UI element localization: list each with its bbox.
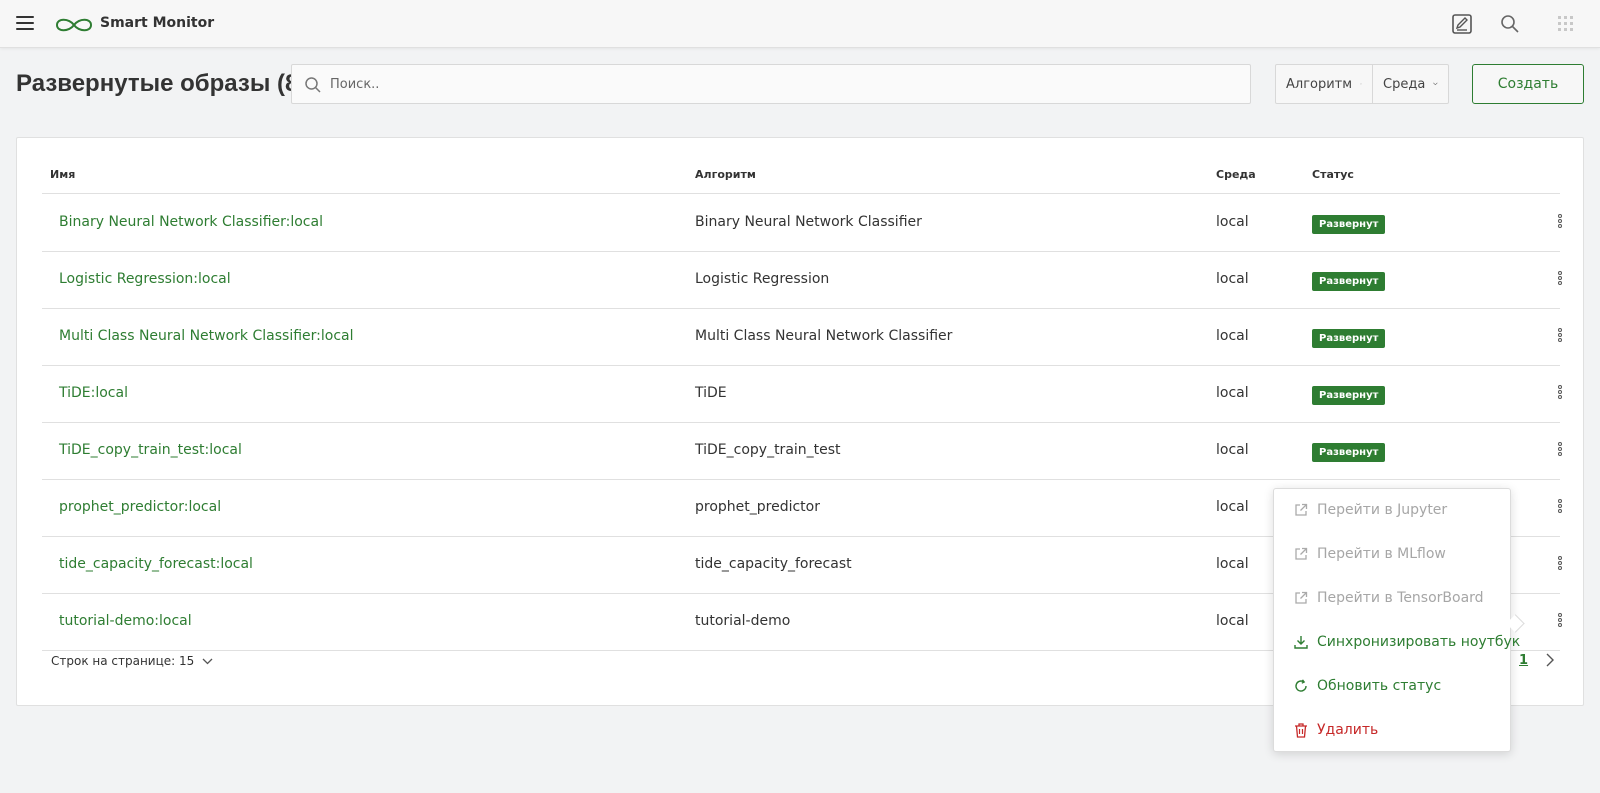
row-actions-menu: Перейти в Jupyter Перейти в MLflow Перей… [1273, 488, 1520, 752]
search-icon [305, 77, 321, 93]
deployment-name-link[interactable]: tutorial-demo:local [59, 613, 192, 629]
refresh-icon [1295, 679, 1307, 692]
table-row: TiDE:local TiDE local Развернут [42, 366, 1562, 423]
menu-item-delete[interactable]: Удалить [1274, 711, 1510, 749]
apps-grid-icon[interactable] [1555, 13, 1577, 35]
app-title: Smart Monitor [100, 15, 215, 31]
column-header-environment[interactable]: Среда [1216, 168, 1256, 181]
status-badge: Развернут [1312, 329, 1386, 348]
deployment-name-link[interactable]: Logistic Regression:local [59, 271, 231, 287]
page-title: Развернутые образы (8) [16, 70, 307, 97]
row-actions-kebab-icon[interactable] [1552, 384, 1568, 404]
algorithm-cell: Multi Class Neural Network Classifier [695, 328, 953, 344]
external-link-icon [1295, 547, 1308, 560]
environment-cell: local [1216, 385, 1249, 401]
hamburger-icon[interactable] [16, 16, 34, 32]
status-badge: Развернут [1312, 272, 1386, 291]
rows-per-page-label: Строк на странице: 15 [51, 654, 195, 668]
environment-filter-dropdown[interactable]: Среда [1372, 65, 1448, 103]
search-field[interactable] [291, 64, 1251, 104]
page-number-link[interactable]: 1 [1519, 653, 1528, 668]
table-row: Logistic Regression:local Logistic Regre… [42, 252, 1562, 309]
menu-item-open-jupyter[interactable]: Перейти в Jupyter [1274, 491, 1510, 529]
chevron-down-icon [1433, 82, 1438, 86]
rows-per-page-dropdown[interactable]: Строк на странице: 15 [51, 654, 213, 668]
menu-item-open-tensorboard[interactable]: Перейти в TensorBoard [1274, 579, 1510, 617]
chevron-right-icon[interactable] [1545, 653, 1555, 667]
deployment-name-link[interactable]: Multi Class Neural Network Classifier:lo… [59, 328, 354, 344]
status-badge: Развернут [1312, 386, 1386, 405]
environment-cell: local [1216, 556, 1249, 572]
environment-cell: local [1216, 499, 1249, 515]
external-link-icon [1295, 503, 1308, 516]
search-icon[interactable] [1499, 13, 1521, 35]
notes-icon[interactable] [1451, 13, 1473, 35]
environment-cell: local [1216, 613, 1249, 629]
chevron-down-icon [202, 658, 213, 664]
algorithm-cell: prophet_predictor [695, 499, 820, 515]
create-button[interactable]: Создать [1472, 64, 1584, 104]
menu-item-label: Удалить [1317, 722, 1379, 738]
deployment-name-link[interactable]: Binary Neural Network Classifier:local [59, 214, 323, 230]
table-row: TiDE_copy_train_test:local TiDE_copy_tra… [42, 423, 1562, 480]
menu-item-label: Синхронизировать ноутбук [1317, 634, 1521, 650]
menu-item-refresh-status[interactable]: Обновить статус [1274, 667, 1510, 705]
chevron-down-icon [1360, 83, 1362, 85]
deployment-name-link[interactable]: tide_capacity_forecast:local [59, 556, 253, 572]
algorithm-cell: tutorial-demo [695, 613, 791, 629]
filter-group: Алгоритм Среда [1275, 64, 1449, 104]
search-input[interactable] [330, 65, 1230, 103]
algorithm-cell: TiDE [695, 385, 727, 401]
algorithm-cell: tide_capacity_forecast [695, 556, 852, 572]
row-actions-kebab-icon[interactable] [1552, 213, 1568, 233]
status-badge: Развернут [1312, 443, 1386, 462]
menu-item-label: Перейти в MLflow [1317, 546, 1446, 562]
deployment-name-link[interactable]: TiDE_copy_train_test:local [59, 442, 242, 458]
deployment-name-link[interactable]: TiDE:local [59, 385, 128, 401]
menu-item-sync-notebook[interactable]: Синхронизировать ноутбук [1274, 623, 1520, 661]
algorithm-cell: Binary Neural Network Classifier [695, 214, 922, 230]
environment-cell: local [1216, 271, 1249, 287]
menu-item-open-mlflow[interactable]: Перейти в MLflow [1274, 535, 1510, 573]
table-header: Имя Алгоритм Среда Статус [42, 168, 1560, 194]
row-actions-kebab-icon[interactable] [1552, 612, 1568, 632]
trash-icon [1295, 722, 1307, 738]
column-header-algorithm[interactable]: Алгоритм [695, 168, 756, 181]
environment-cell: local [1216, 214, 1249, 230]
algorithm-cell: TiDE_copy_train_test [695, 442, 841, 458]
table-row: Binary Neural Network Classifier:local B… [42, 195, 1562, 252]
environment-filter-label: Среда [1383, 76, 1426, 92]
table-row: Multi Class Neural Network Classifier:lo… [42, 309, 1562, 366]
status-badge: Развернут [1312, 215, 1386, 234]
row-actions-kebab-icon[interactable] [1552, 498, 1568, 518]
download-icon [1294, 636, 1308, 649]
external-link-icon [1295, 591, 1308, 604]
menu-item-label: Перейти в TensorBoard [1317, 590, 1484, 606]
infinity-logo-icon [55, 18, 93, 32]
algorithm-filter-label: Алгоритм [1286, 76, 1353, 92]
column-header-name[interactable]: Имя [50, 168, 75, 181]
environment-cell: local [1216, 328, 1249, 344]
menu-item-label: Перейти в Jupyter [1317, 502, 1448, 518]
top-bar: Smart Monitor [0, 0, 1600, 48]
deployment-name-link[interactable]: prophet_predictor:local [59, 499, 221, 515]
row-actions-kebab-icon[interactable] [1552, 270, 1568, 290]
algorithm-cell: Logistic Regression [695, 271, 830, 287]
column-header-status[interactable]: Статус [1312, 168, 1354, 181]
environment-cell: local [1216, 442, 1249, 458]
algorithm-filter-dropdown[interactable]: Алгоритм [1276, 65, 1372, 103]
menu-item-label: Обновить статус [1317, 678, 1442, 694]
row-actions-kebab-icon[interactable] [1552, 327, 1568, 347]
row-actions-kebab-icon[interactable] [1552, 555, 1568, 575]
row-actions-kebab-icon[interactable] [1552, 441, 1568, 461]
